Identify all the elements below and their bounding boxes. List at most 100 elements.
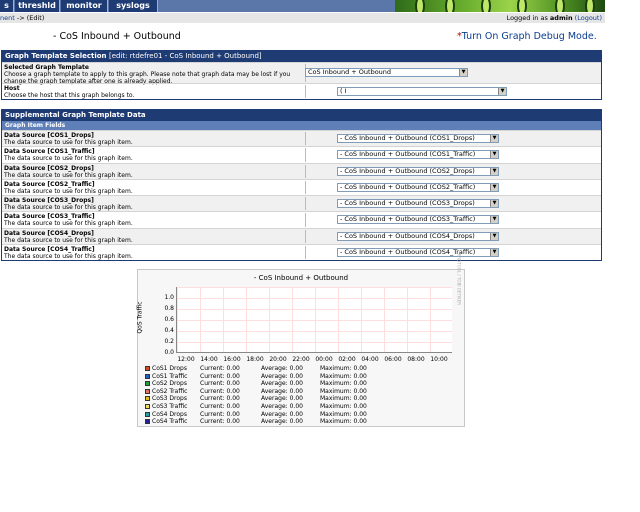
chevron-down-icon[interactable]: ▼ xyxy=(490,135,498,142)
y-tick: 0.0 xyxy=(164,349,174,356)
select-value: - CoS Inbound + Outbound (COS4_Drops) xyxy=(340,231,475,240)
field-desc: Choose the host that this graph belongs … xyxy=(4,92,135,99)
tab-monitor[interactable]: monitor xyxy=(61,0,108,12)
y-tick: 0.4 xyxy=(164,327,174,334)
field-label: Data Source [COS1_Drops] xyxy=(4,132,94,139)
legend-item: CoS2 Drops Current: 0.00 Average: 0.00 Maxi… xyxy=(145,380,445,388)
field-label: Data Source [COS3_Drops] xyxy=(4,197,94,205)
x-tick: 16:00 xyxy=(223,356,241,363)
field-desc: The data source to use for this graph it… xyxy=(4,139,133,146)
x-tick: 00:00 xyxy=(315,356,333,363)
legend-swatch xyxy=(145,411,150,417)
select-value: - CoS Inbound + Outbound (COS1_Drops) xyxy=(340,134,475,142)
field-label: Data Source [COS2_Drops] xyxy=(4,164,94,172)
legend-swatch xyxy=(145,388,150,394)
y-tick: 0.2 xyxy=(164,338,174,345)
field-label: Host xyxy=(4,85,20,92)
data-source-select[interactable]: - CoS Inbound + Outbound (COS3_Traffic) ▼ xyxy=(337,215,499,225)
legend-swatch xyxy=(145,403,150,409)
tab-partial[interactable]: s xyxy=(0,0,14,12)
login-status: Logged in as admin (Logout) xyxy=(507,13,602,23)
supplemental-section: Supplemental Graph Template Data Graph I… xyxy=(1,109,602,262)
field-desc: The data source to use for this graph it… xyxy=(4,171,133,179)
chevron-down-icon[interactable]: ▼ xyxy=(490,151,498,159)
x-tick: 12:00 xyxy=(177,356,195,363)
field-label-block: Data Source [COS1_Traffic] The data sourc… xyxy=(4,148,304,162)
select-value: - CoS Inbound + Outbound (COS2_Drops) xyxy=(340,166,475,175)
chevron-down-icon[interactable]: ▼ xyxy=(459,69,467,76)
data-source-select[interactable]: - CoS Inbound + Outbound (COS2_Drops) ▼ xyxy=(337,166,499,176)
select-value: - CoS Inbound + Outbound (COS2_Traffic) xyxy=(340,182,476,191)
field-label-block: Data Source [COS3_Drops] The data source … xyxy=(4,197,304,211)
field-desc: The data source to use for this graph it… xyxy=(4,253,133,261)
chevron-down-icon[interactable]: ▼ xyxy=(490,167,498,175)
chevron-down-icon[interactable]: ▼ xyxy=(490,183,498,191)
field-desc: The data source to use for this graph it… xyxy=(4,155,133,163)
data-source-select[interactable]: - CoS Inbound + Outbound (COS2_Traffic) ▼ xyxy=(337,182,499,192)
tab-syslogs[interactable]: syslogs xyxy=(109,0,158,12)
graph-template-section: Graph Template Selection [edit: rtdefre0… xyxy=(1,50,602,100)
chevron-down-icon[interactable]: ▼ xyxy=(490,200,498,208)
graph-template-select[interactable]: CoS Inbound + Outbound ▼ xyxy=(305,68,468,77)
field-label-block: Host Choose the host that this graph belo… xyxy=(4,85,304,99)
breadcrumb-link[interactable]: nent xyxy=(0,14,15,22)
data-source-select[interactable]: - CoS Inbound + Outbound (COS3_Drops) ▼ xyxy=(337,199,499,209)
data-source-select[interactable]: - CoS Inbound + Outbound (COS1_Traffic) ▼ xyxy=(337,150,499,160)
x-tick: 04:00 xyxy=(361,356,379,363)
chevron-down-icon[interactable]: ▼ xyxy=(490,232,498,240)
field-desc: The data source to use for this graph it… xyxy=(4,220,133,228)
data-source-row: Data Source [COS2_Drops] The data source … xyxy=(2,162,601,179)
section-header: Graph Template Selection [edit: rtdefre0… xyxy=(2,51,601,62)
chevron-down-icon[interactable]: ▼ xyxy=(490,249,498,257)
field-label: Data Source [COS4_Traffic] xyxy=(4,246,95,254)
field-label-block: Data Source [COS1_Drops] The data source … xyxy=(4,132,304,146)
login-user: admin xyxy=(549,14,573,22)
select-value: ( I xyxy=(340,87,347,95)
y-tick: 0.8 xyxy=(164,305,174,312)
breadcrumb-bar: nent -> (Edit) Logged in as admin (Logou… xyxy=(0,13,605,23)
logout-link[interactable]: (Logout) xyxy=(575,14,602,22)
legend-item: CoS3 Traffic Current: 0.00 Average: 0.00 Ma… xyxy=(145,403,445,411)
x-tick: 20:00 xyxy=(269,356,287,363)
field-label-block: Data Source [COS2_Traffic] The data sourc… xyxy=(4,181,304,195)
page-title: - CoS Inbound + Outbound xyxy=(53,31,181,42)
field-label: Data Source [COS1_Traffic] xyxy=(4,148,95,156)
field-label: Data Source [COS3_Traffic] xyxy=(4,213,95,221)
data-source-select[interactable]: - CoS Inbound + Outbound (COS4_Drops) ▼ xyxy=(337,231,499,241)
x-tick: 14:00 xyxy=(200,356,218,363)
debug-mode-label[interactable]: Turn On Graph Debug Mode. xyxy=(462,31,597,42)
data-source-row: Data Source [COS4_Drops] The data source … xyxy=(2,227,601,245)
breadcrumb-separator: -> xyxy=(14,14,27,22)
legend-item: CoS2 Traffic Current: 0.00 Average: 0.00 Ma… xyxy=(145,388,445,396)
select-value: - CoS Inbound + Outbound (COS3_Traffic) xyxy=(340,215,476,224)
field-label-block: Data Source [COS3_Traffic] The data sourc… xyxy=(4,213,304,227)
x-tick: 06:00 xyxy=(384,356,402,363)
data-source-select[interactable]: - CoS Inbound + Outbound (COS1_Drops) ▼ xyxy=(337,134,499,143)
x-tick: 08:00 xyxy=(407,356,425,363)
field-label-block: Data Source [COS2_Drops] The data source … xyxy=(4,165,304,179)
host-select[interactable]: ( I ▼ xyxy=(337,87,507,96)
legend-swatch xyxy=(145,419,150,425)
field-desc: The data source to use for this graph it… xyxy=(4,187,133,195)
graph-preview: - CoS Inbound + Outbound QoS Traffic RRD… xyxy=(137,253,465,427)
debug-mode-link[interactable]: *Turn On Graph Debug Mode. xyxy=(457,31,597,42)
legend-item: CoS1 Drops Current: 0.00 Average: 0.00 Maxi… xyxy=(145,365,445,373)
tab-threshld[interactable]: threshld xyxy=(15,0,60,12)
template-row: Selected Graph Template Choose a graph te… xyxy=(2,62,601,85)
graph-legend: CoS1 Drops Current: 0.00 Average: 0.00 Maxi… xyxy=(145,365,445,426)
chevron-down-icon[interactable]: ▼ xyxy=(498,88,506,95)
field-desc: The data source to use for this graph it… xyxy=(4,236,133,244)
data-source-row: Data Source [COS3_Traffic] The data sourc… xyxy=(2,211,601,227)
data-source-row: Data Source [COS1_Traffic] The data sourc… xyxy=(2,146,601,162)
y-tick: 1.0 xyxy=(164,294,174,301)
section-header: Supplemental Graph Template Data xyxy=(2,110,601,121)
legend-item: CoS4 Traffic Current: 0.00 Average: 0.00 Ma… xyxy=(145,418,445,426)
legend-swatch xyxy=(145,373,150,379)
graph-title: - CoS Inbound + Outbound xyxy=(253,274,349,282)
data-source-row: Data Source [COS1_Drops] The data source … xyxy=(2,130,601,147)
field-label-block: Data Source [COS4_Drops] The data source … xyxy=(4,230,304,244)
breadcrumb-current: (Edit) xyxy=(26,14,45,22)
data-source-select[interactable]: - CoS Inbound + Outbound (COS4_Traffic) ▼ xyxy=(337,248,499,258)
chevron-down-icon[interactable]: ▼ xyxy=(490,216,498,224)
login-prefix: Logged in as xyxy=(506,14,550,22)
